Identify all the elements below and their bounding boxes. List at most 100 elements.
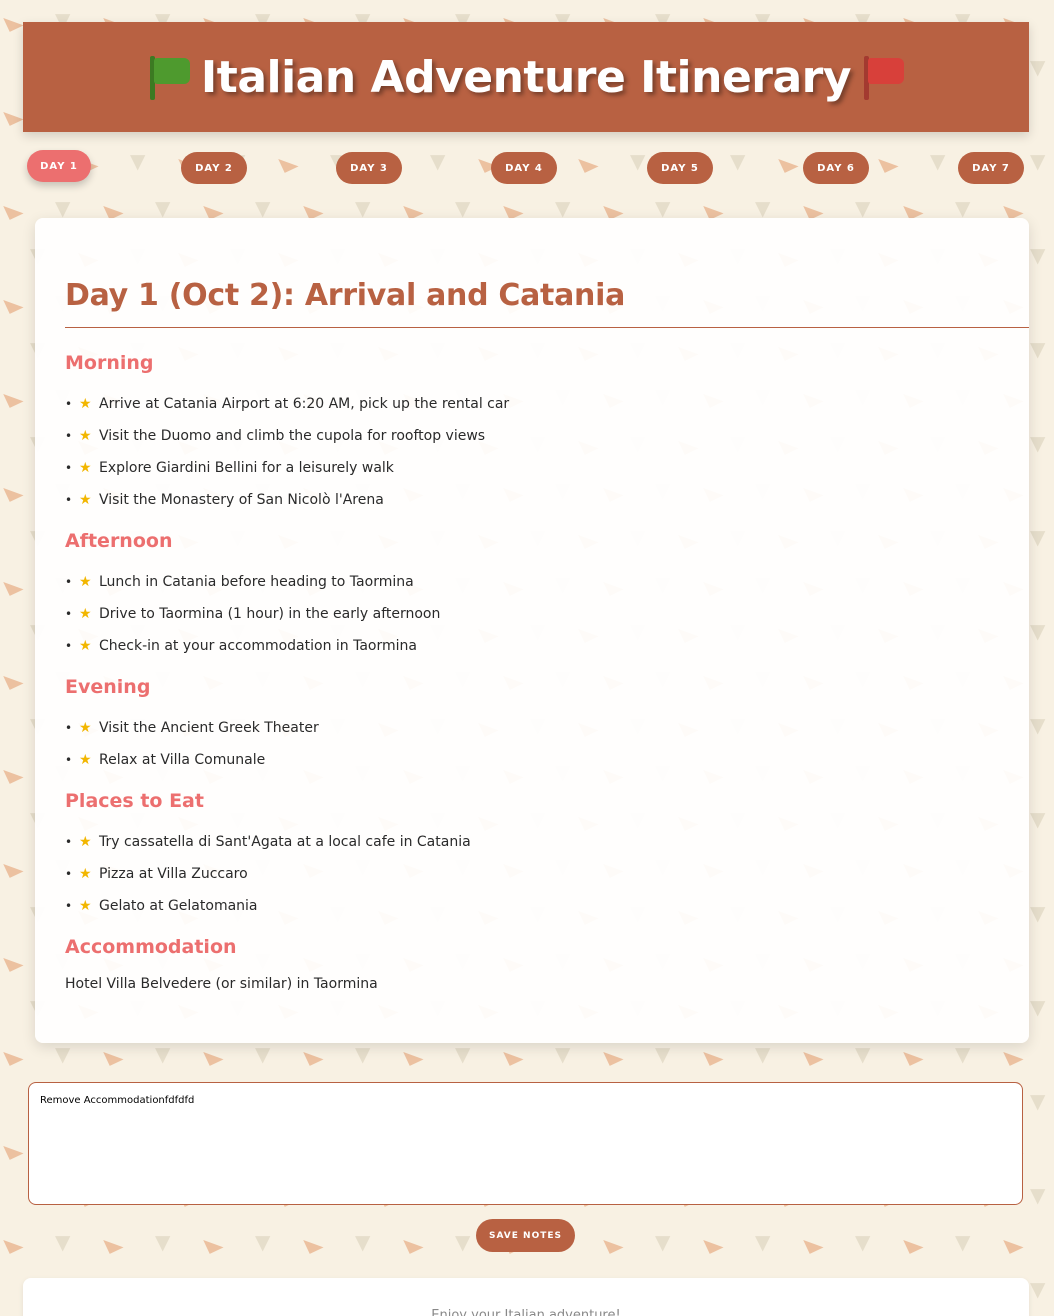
bullet-icon: • bbox=[65, 639, 73, 653]
day-tabs: DAY 1 DAY 2 DAY 3 DAY 4 DAY 5 DAY 6 DAY … bbox=[0, 140, 1054, 200]
list-item-text: Visit the Ancient Greek Theater bbox=[99, 720, 319, 736]
save-notes-button[interactable]: SAVE NOTES bbox=[476, 1219, 575, 1252]
section-afternoon-heading: Afternoon bbox=[65, 530, 173, 552]
pizza-slice-icon: ◣ bbox=[1000, 1039, 1025, 1069]
day-title: Day 1 (Oct 2): Arrival and Catania bbox=[65, 278, 1029, 328]
ice-cream-icon: ▼ bbox=[155, 1230, 171, 1254]
list-item-text: Try cassatella di Sant'Agata at a local … bbox=[99, 834, 471, 850]
star-icon: ★ bbox=[79, 396, 92, 412]
notes-textarea[interactable]: Remove Accommodationfdfdfd bbox=[28, 1082, 1023, 1205]
section-morning-heading: Morning bbox=[65, 352, 154, 374]
pizza-slice-icon: ◣ bbox=[0, 381, 25, 411]
list-item-text: Lunch in Catania before heading to Taorm… bbox=[99, 574, 414, 590]
pizza-slice-icon: ◣ bbox=[0, 287, 25, 317]
list-item: • ★ Visit the Monastery of San Nicolò l'Ar… bbox=[65, 484, 1029, 516]
pizza-slice-icon: ◣ bbox=[0, 5, 25, 35]
list-item-text: Pizza at Villa Zuccaro bbox=[99, 866, 248, 882]
bullet-icon: • bbox=[65, 721, 73, 735]
ice-cream-icon: ▼ bbox=[855, 1230, 871, 1254]
ice-cream-icon: ▼ bbox=[1030, 1089, 1046, 1113]
ice-cream-icon: ▼ bbox=[855, 1042, 871, 1066]
ice-cream-icon: ▼ bbox=[455, 1042, 471, 1066]
bullet-icon: • bbox=[65, 607, 73, 621]
morning-list: • ★ Arrive at Catania Airport at 6:20 AM, … bbox=[65, 388, 1029, 516]
ice-cream-icon: ▼ bbox=[255, 1042, 271, 1066]
star-icon: ★ bbox=[79, 834, 92, 850]
pizza-slice-icon: ◣ bbox=[0, 1227, 25, 1257]
eat-list: • ★ Try cassatella di Sant'Agata at a loca… bbox=[65, 826, 1029, 922]
ice-cream-icon: ▼ bbox=[55, 1042, 71, 1066]
tab-day-6[interactable]: DAY 6 bbox=[803, 152, 869, 184]
pizza-slice-icon: ◣ bbox=[700, 1039, 725, 1069]
tab-day-7[interactable]: DAY 7 bbox=[958, 152, 1024, 184]
pizza-slice-icon: ◣ bbox=[400, 1039, 425, 1069]
page-title: Italian Adventure Itinerary bbox=[147, 52, 905, 103]
ice-cream-icon: ▼ bbox=[355, 1230, 371, 1254]
pizza-slice-icon: ◣ bbox=[0, 569, 25, 599]
list-item-text: Drive to Taormina (1 hour) in the early … bbox=[99, 606, 441, 622]
pizza-slice-icon: ◣ bbox=[100, 1039, 125, 1069]
section-accommodation-heading: Accommodation bbox=[65, 936, 237, 958]
list-item: • ★ Arrive at Catania Airport at 6:20 AM, … bbox=[65, 388, 1029, 420]
ice-cream-icon: ▼ bbox=[1030, 713, 1046, 737]
ice-cream-icon: ▼ bbox=[555, 1042, 571, 1066]
afternoon-list: • ★ Lunch in Catania before heading to Tao… bbox=[65, 566, 1029, 662]
list-item: • ★ Relax at Villa Comunale bbox=[65, 744, 1029, 776]
list-item-text: Check-in at your accommodation in Taormi… bbox=[99, 638, 417, 654]
pizza-slice-icon: ◣ bbox=[700, 1227, 725, 1257]
tab-day-3[interactable]: DAY 3 bbox=[336, 152, 402, 184]
list-item: • ★ Drive to Taormina (1 hour) in the earl… bbox=[65, 598, 1029, 630]
bullet-icon: • bbox=[65, 461, 73, 475]
bullet-icon: • bbox=[65, 899, 73, 913]
bullet-icon: • bbox=[65, 835, 73, 849]
ice-cream-icon: ▼ bbox=[1030, 243, 1046, 267]
pizza-slice-icon: ◣ bbox=[0, 851, 25, 881]
tab-day-1[interactable]: DAY 1 bbox=[27, 150, 91, 182]
star-icon: ★ bbox=[79, 752, 92, 768]
ice-cream-icon: ▼ bbox=[355, 1042, 371, 1066]
list-item: • ★ Explore Giardini Bellini for a leisure… bbox=[65, 452, 1029, 484]
pizza-slice-icon: ◣ bbox=[300, 1039, 325, 1069]
evening-list: • ★ Visit the Ancient Greek Theater • ★ Rela… bbox=[65, 712, 1029, 776]
star-icon: ★ bbox=[79, 492, 92, 508]
star-icon: ★ bbox=[79, 720, 92, 736]
star-icon: ★ bbox=[79, 574, 92, 590]
ice-cream-icon: ▼ bbox=[1030, 55, 1046, 79]
pizza-slice-icon: ◣ bbox=[0, 663, 25, 693]
tab-day-2[interactable]: DAY 2 bbox=[181, 152, 247, 184]
ice-cream-icon: ▼ bbox=[755, 1042, 771, 1066]
list-item: • ★ Visit the Ancient Greek Theater bbox=[65, 712, 1029, 744]
bullet-icon: • bbox=[65, 575, 73, 589]
ice-cream-icon: ▼ bbox=[1030, 337, 1046, 361]
ice-cream-icon: ▼ bbox=[1030, 901, 1046, 925]
ice-cream-icon: ▼ bbox=[1030, 619, 1046, 643]
page-header: Italian Adventure Itinerary bbox=[23, 22, 1029, 132]
list-item: • ★ Check-in at your accommodation in Taor… bbox=[65, 630, 1029, 662]
list-item-text: Gelato at Gelatomania bbox=[99, 898, 258, 914]
pizza-slice-icon: ◣ bbox=[600, 1039, 625, 1069]
pizza-slice-icon: ◣ bbox=[800, 1039, 825, 1069]
section-eat-heading: Places to Eat bbox=[65, 790, 204, 812]
pizza-slice-icon: ◣ bbox=[200, 1039, 225, 1069]
section-evening-heading: Evening bbox=[65, 676, 151, 698]
tab-day-4[interactable]: DAY 4 bbox=[491, 152, 557, 184]
pizza-slice-icon: ◣ bbox=[800, 1227, 825, 1257]
list-item-text: Visit the Duomo and climb the cupola for… bbox=[99, 428, 486, 444]
ice-cream-icon: ▼ bbox=[155, 1042, 171, 1066]
tab-day-5[interactable]: DAY 5 bbox=[647, 152, 713, 184]
page-title-text: Italian Adventure Itinerary bbox=[200, 51, 852, 103]
pizza-slice-icon: ◣ bbox=[0, 475, 25, 505]
accommodation-text: Hotel Villa Belvedere (or similar) in Ta… bbox=[65, 976, 378, 992]
pizza-slice-icon: ◣ bbox=[1000, 1227, 1025, 1257]
ice-cream-icon: ▼ bbox=[955, 1230, 971, 1254]
pizza-slice-icon: ◣ bbox=[600, 1227, 625, 1257]
ice-cream-icon: ▼ bbox=[55, 1230, 71, 1254]
ice-cream-icon: ▼ bbox=[1030, 807, 1046, 831]
list-item: • ★ Gelato at Gelatomania bbox=[65, 890, 1029, 922]
ice-cream-icon: ▼ bbox=[655, 1230, 671, 1254]
star-icon: ★ bbox=[79, 428, 92, 444]
ice-cream-icon: ▼ bbox=[655, 1042, 671, 1066]
bullet-icon: • bbox=[65, 397, 73, 411]
pizza-slice-icon: ◣ bbox=[200, 1227, 225, 1257]
itinerary-card: Day 1 (Oct 2): Arrival and Catania Morni… bbox=[35, 218, 1029, 1043]
